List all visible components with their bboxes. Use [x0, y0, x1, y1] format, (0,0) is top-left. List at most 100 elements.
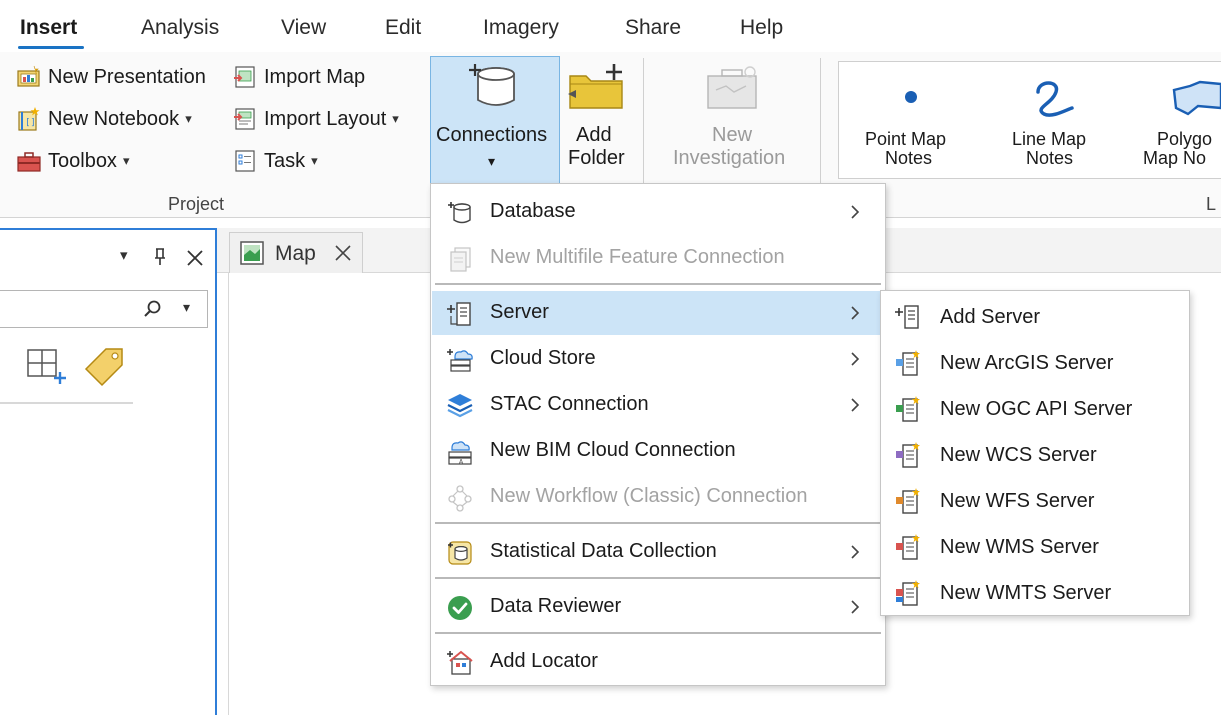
polygon-icon	[1172, 80, 1221, 116]
multifile-icon	[450, 247, 471, 272]
import-layout-button[interactable]: Import Layout ▾	[232, 106, 399, 132]
line-map-notes-label-1[interactable]: Line Map	[1012, 130, 1086, 149]
task-label: Task	[264, 149, 306, 172]
import-map-button[interactable]: Import Map	[232, 64, 365, 90]
tab-edit[interactable]: Edit	[385, 16, 421, 40]
pane-search-input[interactable]	[0, 290, 208, 328]
submenu-item-new-wcs-server[interactable]: New WCS Server	[882, 432, 1188, 476]
toolbox-icon	[17, 152, 41, 172]
search-icon[interactable]	[143, 299, 163, 319]
label-tag-icon[interactable]	[84, 346, 126, 388]
chevron-down-icon[interactable]: ▾	[311, 153, 318, 169]
menu-item-new-bim-cloud-connection[interactable]: A New BIM Cloud Connection	[432, 429, 884, 473]
layer-group-label: L	[1206, 194, 1217, 214]
cloud-store-icon	[447, 349, 473, 372]
menu-item-server[interactable]: Server	[432, 291, 884, 335]
chevron-down-icon[interactable]: ▾	[488, 150, 495, 173]
locator-icon	[447, 650, 473, 675]
import-layout-icon	[234, 108, 255, 130]
new-presentation-button[interactable]: New Presentation	[16, 64, 206, 90]
project-group-label: Project	[168, 194, 225, 214]
menu-item-database[interactable]: Database	[432, 190, 884, 234]
menu-item-data-reviewer[interactable]: Data Reviewer	[432, 585, 884, 629]
chevron-down-icon[interactable]: ▾	[120, 246, 128, 264]
menu-item-new-workflow-classic-connection[interactable]: New Workflow (Classic) Connection	[432, 475, 884, 519]
menu-item-cloud-store[interactable]: Cloud Store	[432, 337, 884, 381]
tab-insert[interactable]: Insert	[20, 16, 77, 40]
wfs-server-icon	[896, 488, 920, 514]
submenu-item-label: New WMS Server	[940, 536, 1099, 558]
wcs-server-icon	[896, 442, 920, 468]
import-layout-label: Import Layout	[264, 107, 387, 130]
add-folder-label-1: Add	[576, 124, 612, 146]
data-reviewer-icon	[448, 596, 472, 620]
task-icon	[235, 150, 255, 172]
menu-item-add-locator[interactable]: Add Locator	[432, 640, 884, 684]
menu-item-label: Data Reviewer	[490, 595, 622, 617]
notebook-icon: []	[18, 107, 40, 131]
presentation-icon	[17, 65, 40, 87]
chevron-right-icon	[851, 398, 860, 412]
add-folder-label-2: Folder	[568, 147, 625, 169]
add-folder-icon	[568, 64, 623, 109]
chevron-down-icon[interactable]: ▾	[183, 299, 190, 316]
toolbox-label: Toolbox	[48, 149, 117, 172]
menu-item-label: Cloud Store	[490, 347, 596, 369]
import-map-label: Import Map	[264, 65, 366, 88]
stac-icon	[447, 394, 473, 418]
tab-analysis[interactable]: Analysis	[141, 16, 219, 40]
add-server-icon	[895, 305, 919, 329]
new-notebook-button[interactable]: [] New Notebook ▾	[16, 106, 192, 132]
pin-icon[interactable]	[152, 247, 168, 267]
submenu-item-new-wfs-server[interactable]: New WFS Server	[882, 478, 1188, 522]
import-map-icon	[234, 66, 255, 88]
menu-item-label: STAC Connection	[490, 393, 649, 415]
map-tab-label: Map	[275, 242, 316, 265]
toolbox-button[interactable]: Toolbox ▾	[16, 148, 129, 174]
close-icon[interactable]	[334, 244, 352, 262]
ogc-server-icon	[896, 396, 920, 422]
menu-separator	[435, 632, 881, 634]
new-investigation-label-1: New	[712, 124, 753, 146]
close-icon[interactable]	[186, 249, 204, 267]
database-icon	[448, 202, 471, 224]
menu-item-stac-connection[interactable]: STAC Connection	[432, 383, 884, 427]
submenu-item-label: New ArcGIS Server	[940, 352, 1114, 374]
chevron-down-icon[interactable]: ▾	[392, 111, 399, 127]
chevron-right-icon	[851, 352, 860, 366]
arcgis-server-icon	[896, 350, 920, 376]
tab-share[interactable]: Share	[625, 16, 681, 40]
connections-label: Connections	[436, 124, 548, 146]
line-map-notes-label-2[interactable]: Notes	[1026, 149, 1073, 168]
connections-menu: Database New Multifile Feature Connectio…	[430, 183, 886, 686]
investigation-icon	[707, 66, 757, 109]
submenu-item-add-server[interactable]: Add Server	[882, 294, 1188, 338]
menu-separator	[435, 577, 881, 579]
tab-imagery[interactable]: Imagery	[483, 16, 559, 40]
menu-item-label: Database	[490, 200, 576, 222]
submenu-item-new-arcgis-server[interactable]: New ArcGIS Server	[882, 340, 1188, 384]
task-button[interactable]: Task ▾	[232, 148, 318, 174]
server-icon	[447, 302, 471, 326]
chevron-down-icon[interactable]: ▾	[185, 111, 192, 127]
submenu-item-new-ogc-api-server[interactable]: New OGC API Server	[882, 386, 1188, 430]
menu-item-label: Statistical Data Collection	[490, 540, 717, 562]
add-grid-icon[interactable]	[26, 348, 68, 388]
submenu-item-new-wms-server[interactable]: New WMS Server	[882, 524, 1188, 568]
chevron-down-icon[interactable]: ▾	[123, 153, 130, 169]
point-map-notes-label-2[interactable]: Notes	[885, 149, 932, 168]
active-tab-indicator	[18, 46, 84, 49]
polygon-map-notes-label-2[interactable]: Map No	[1143, 149, 1206, 168]
wms-server-icon	[896, 534, 920, 560]
chevron-right-icon	[851, 306, 860, 320]
submenu-item-new-wmts-server[interactable]: New WMTS Server	[882, 570, 1188, 614]
polygon-map-notes-label-1[interactable]: Polygo	[1157, 130, 1212, 149]
svg-text:[]: []	[25, 118, 36, 128]
tab-help[interactable]: Help	[740, 16, 783, 40]
menu-item-label: New BIM Cloud Connection	[490, 439, 736, 461]
point-map-notes-label-1[interactable]: Point Map	[865, 130, 946, 149]
menu-item-new-multifile-feature-connection[interactable]: New Multifile Feature Connection	[432, 236, 884, 280]
menu-item-label: New Workflow (Classic) Connection	[490, 485, 808, 507]
menu-item-statistical-data-collection[interactable]: Statistical Data Collection	[432, 530, 884, 574]
tab-view[interactable]: View	[281, 16, 326, 40]
